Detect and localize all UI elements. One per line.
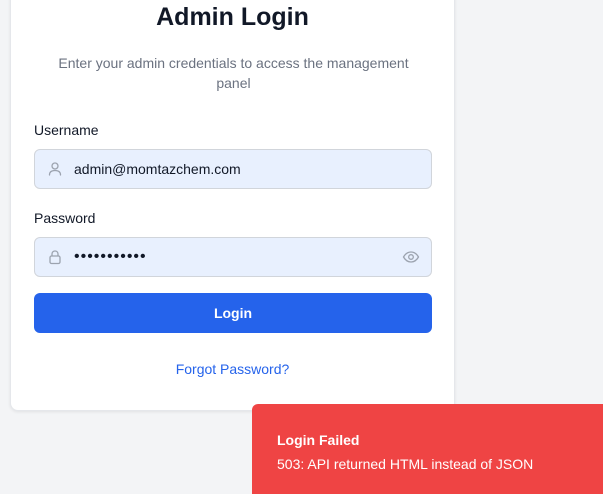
toast-message: 503: API returned HTML instead of JSON [277,456,534,472]
page: Admin Login Enter your admin credentials… [0,0,603,494]
page-title: Admin Login [156,3,309,31]
lock-icon [49,250,61,265]
toast-title: Login Failed [277,432,360,448]
login-button[interactable]: Login [34,293,432,333]
password-field[interactable] [34,237,432,277]
error-toast[interactable]: Login Failed 503: API returned HTML inst… [252,404,603,494]
username-input[interactable] [74,150,394,188]
username-label: Username [34,122,99,138]
password-label: Password [34,210,96,226]
username-field[interactable] [34,149,432,189]
login-card: Admin Login Enter your admin credentials… [10,0,455,411]
user-icon [48,162,62,176]
eye-icon[interactable] [402,249,420,265]
forgot-password-link[interactable]: Forgot Password? [11,361,454,377]
password-input[interactable] [74,238,394,276]
login-subtitle: Enter your admin credentials to access t… [58,55,409,91]
